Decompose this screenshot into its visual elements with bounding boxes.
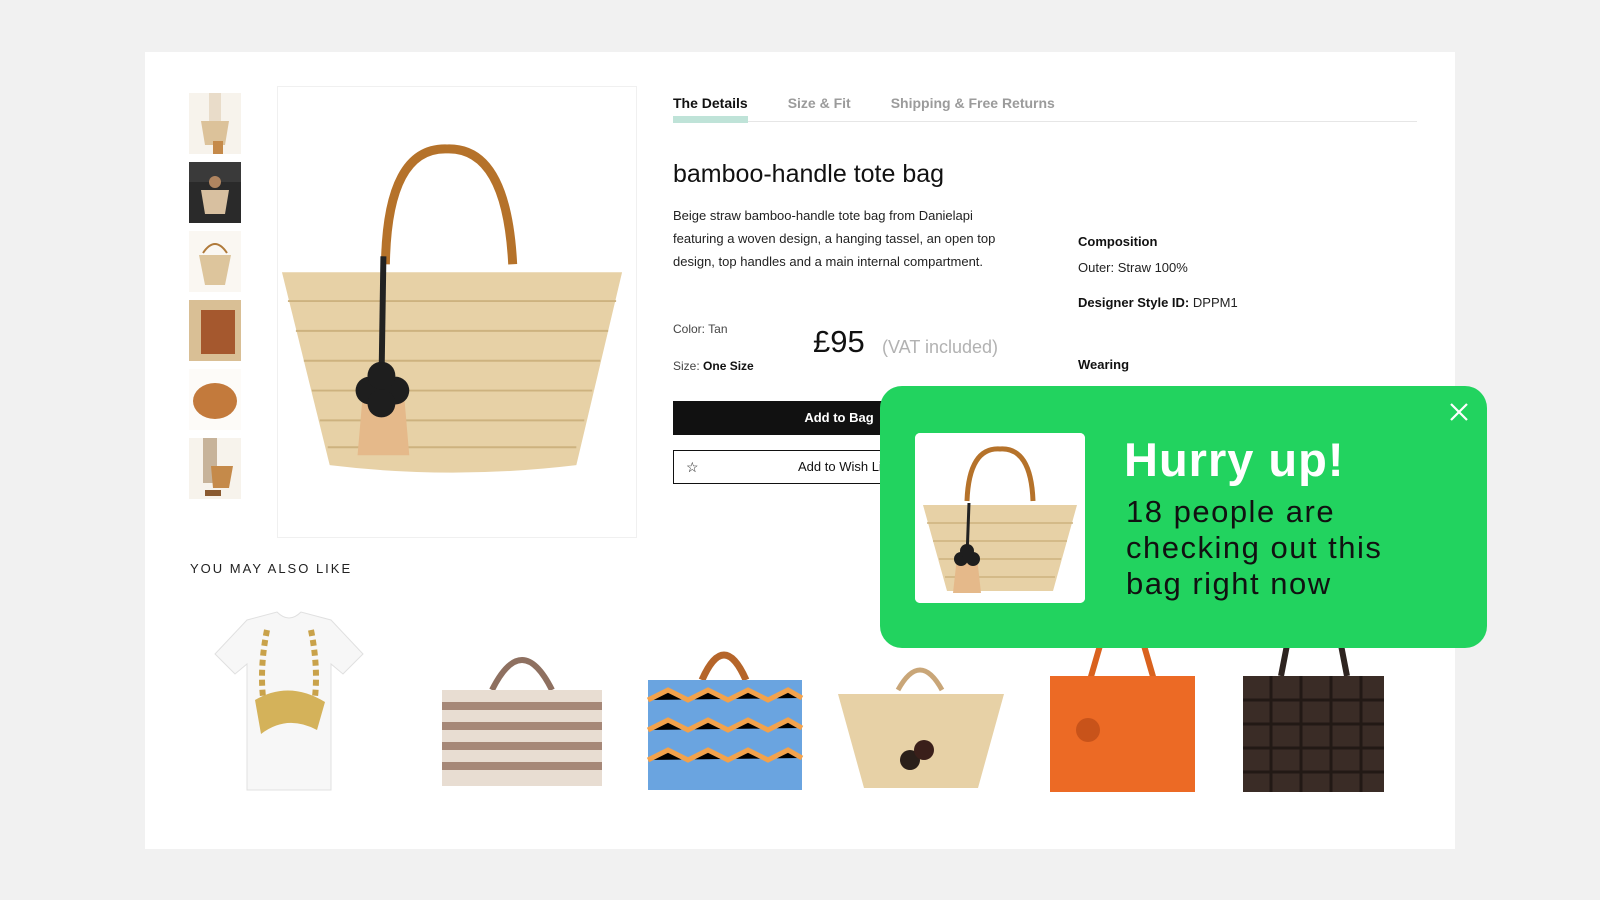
- close-icon: [1450, 403, 1468, 421]
- color-value: Tan: [708, 322, 728, 336]
- thumbnail-3[interactable]: [189, 231, 241, 292]
- vat-note: (VAT included): [882, 337, 999, 357]
- star-icon: ☆: [686, 459, 699, 475]
- size-info: Size: One Size: [673, 359, 754, 373]
- main-product-image[interactable]: [277, 86, 637, 538]
- popup-product-image: [915, 433, 1085, 603]
- thumbnail-6[interactable]: [189, 438, 241, 499]
- add-to-wishlist-label: Add to Wish List: [798, 459, 892, 474]
- size-value: One Size: [703, 359, 754, 373]
- product-description: Beige straw bamboo-handle tote bag from …: [673, 208, 996, 269]
- style-id-value: DPPM1: [1192, 295, 1238, 310]
- wearing-heading: Wearing: [1078, 357, 1130, 372]
- popup-title: Hurry up!: [1124, 433, 1345, 486]
- thumbnail-list: [189, 93, 241, 507]
- thumbnail-5[interactable]: [189, 369, 241, 430]
- urgency-popup: Hurry up! 18 people are checking out thi…: [880, 386, 1487, 648]
- color-label: Color:: [673, 322, 706, 336]
- detail-tabs: The Details Size & Fit Shipping & Free R…: [673, 92, 1417, 123]
- close-popup-button[interactable]: [1445, 398, 1473, 426]
- thumbnail-4[interactable]: [189, 300, 241, 361]
- product-title: bamboo-handle tote bag: [673, 160, 945, 188]
- striped-tote-image: [430, 610, 615, 800]
- designer-style-id: Designer Style ID: DPPM1: [1078, 295, 1238, 310]
- blue-pattern-tote-image: [632, 610, 817, 800]
- recommendation-item-1[interactable]: [197, 610, 382, 800]
- style-id-label: Designer Style ID:: [1078, 295, 1190, 310]
- product-price: £95: [813, 324, 865, 359]
- thumbnail-1[interactable]: [189, 93, 241, 154]
- recommendations-heading: YOU MAY ALSO LIKE: [190, 561, 353, 576]
- recommendation-item-2[interactable]: [430, 610, 615, 800]
- recommendation-item-3[interactable]: [632, 610, 817, 800]
- tab-shipping-returns[interactable]: Shipping & Free Returns: [891, 92, 1055, 122]
- composition-value: Outer: Straw 100%: [1078, 260, 1188, 275]
- moschino-tshirt-image: [197, 610, 382, 800]
- tab-the-details[interactable]: The Details: [673, 92, 748, 123]
- thumbnail-2[interactable]: [189, 162, 241, 223]
- popup-message: 18 people are checking out this bag righ…: [1126, 494, 1383, 601]
- size-label: Size:: [673, 359, 700, 373]
- composition-heading: Composition: [1078, 234, 1158, 249]
- tab-size-fit[interactable]: Size & Fit: [788, 92, 851, 122]
- color-info: Color: Tan: [673, 322, 728, 336]
